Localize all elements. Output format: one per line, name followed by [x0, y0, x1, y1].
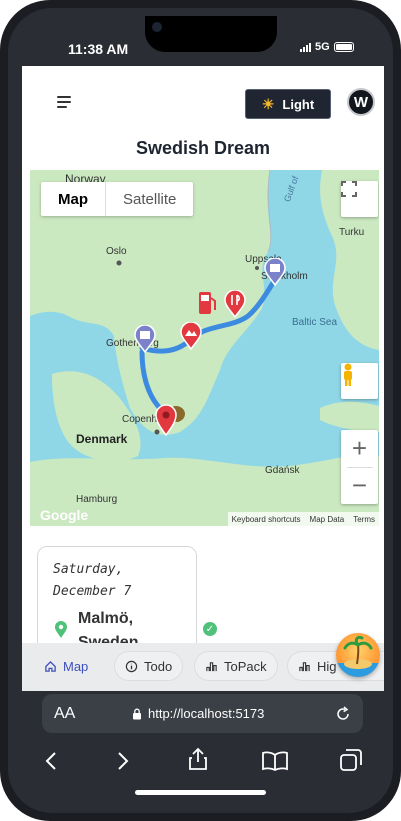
- map-type-satellite-button[interactable]: Satellite: [106, 182, 193, 216]
- forward-icon[interactable]: [116, 751, 130, 771]
- map-label-gdansk: Gdańsk: [265, 465, 300, 476]
- keyboard-shortcuts-link[interactable]: Keyboard shortcuts: [232, 515, 301, 524]
- google-logo: Google: [40, 507, 89, 523]
- tab-map[interactable]: Map: [34, 651, 98, 681]
- tab-topack-label: ToPack: [224, 658, 267, 674]
- map-marker-malmo[interactable]: [154, 402, 186, 438]
- phone-screen: 11:38 AM 5G ☀ Light W Swedish Dream Norw…: [8, 8, 393, 813]
- home-indicator: [135, 790, 266, 795]
- pegman-icon: [344, 363, 352, 386]
- bar-chart-icon: [206, 661, 217, 671]
- zoom-control: + −: [341, 430, 378, 504]
- island-fab-button[interactable]: [336, 633, 380, 677]
- map-label-denmark: Denmark: [76, 432, 128, 446]
- map-marker-gothenburg[interactable]: [134, 325, 156, 353]
- menu-icon[interactable]: [57, 96, 73, 111]
- phone-frame: 11:38 AM 5G ☀ Light W Swedish Dream Norw…: [0, 0, 401, 821]
- page-title: Swedish Dream: [135, 138, 271, 158]
- app-screen: ☀ Light W Swedish Dream Norway Gulf of T…: [22, 66, 384, 691]
- url-text: http://localhost:5173: [148, 706, 265, 721]
- home-icon: [45, 660, 56, 672]
- url-display[interactable]: http://localhost:5173: [132, 706, 264, 721]
- tab-topack[interactable]: ToPack: [194, 651, 278, 681]
- share-icon[interactable]: [188, 747, 208, 771]
- tab-map-label: Map: [63, 658, 89, 674]
- map-type-control: Map Satellite: [41, 182, 194, 216]
- fullscreen-icon: [341, 181, 357, 197]
- sun-icon: ☀: [261, 95, 275, 112]
- tab-todo-label: Todo: [144, 658, 173, 674]
- avatar-letter: W: [353, 93, 369, 111]
- map-label-baltic: Baltic Sea: [292, 317, 338, 328]
- status-time: 11:38 AM: [68, 41, 129, 57]
- avatar[interactable]: W: [347, 88, 375, 116]
- day-card-date: Saturday, December 7: [53, 559, 131, 603]
- fullscreen-button[interactable]: [341, 181, 378, 217]
- tabs-icon[interactable]: [340, 749, 362, 771]
- map-marker-stockholm[interactable]: [264, 258, 286, 286]
- terms-link[interactable]: Terms: [353, 515, 375, 524]
- day-card-weekday: Saturday,: [53, 562, 124, 577]
- theme-toggle-button[interactable]: ☀ Light: [245, 89, 331, 119]
- status-indicators: 5G: [300, 41, 354, 53]
- island-icon: [336, 635, 380, 677]
- map-canvas: [30, 170, 379, 526]
- check-icon: ✓: [203, 622, 217, 636]
- map-type-map-button[interactable]: Map: [41, 182, 106, 216]
- tab-todo[interactable]: Todo: [114, 651, 184, 681]
- day-card-day: December 7: [53, 584, 132, 599]
- day-card-city: Malmö,: [78, 610, 134, 627]
- notch: [145, 16, 277, 52]
- browser-toolbar: [8, 745, 393, 787]
- bar-chart-icon: [299, 661, 310, 671]
- lock-icon: [133, 708, 141, 719]
- map-marker-restaurant[interactable]: [224, 290, 246, 318]
- map-attribution: Keyboard shortcuts Map Data Terms: [227, 512, 379, 526]
- browser-address-bar[interactable]: AA http://localhost:5173: [42, 694, 363, 733]
- location-pin-icon: [55, 621, 67, 638]
- theme-label: Light: [282, 96, 315, 112]
- back-icon[interactable]: [44, 751, 58, 771]
- street-view-pegman[interactable]: [341, 363, 378, 399]
- zoom-in-button[interactable]: +: [352, 431, 367, 467]
- map-data-link[interactable]: Map Data: [310, 515, 345, 524]
- camera-icon: [152, 22, 162, 32]
- reader-aa-button[interactable]: AA: [54, 705, 75, 723]
- tab-highlights-label: Hig: [317, 658, 337, 674]
- network-label: 5G: [315, 41, 330, 53]
- reload-icon[interactable]: [335, 705, 351, 722]
- signal-icon: [300, 42, 311, 52]
- info-icon: [125, 660, 138, 672]
- bookmarks-icon[interactable]: [262, 751, 288, 771]
- map-label-oslo: Oslo: [106, 246, 127, 257]
- map-label-hamburg: Hamburg: [76, 494, 118, 505]
- map-marker-nature[interactable]: [180, 322, 202, 350]
- map-label-turku: Turku: [339, 227, 365, 238]
- map-view[interactable]: Norway Gulf of Turku Oslo Uppsala Stockh…: [30, 170, 379, 526]
- bottom-tab-bar: Map Todo ToPack Hig: [22, 643, 384, 691]
- fuel-station-icon[interactable]: [197, 290, 217, 316]
- battery-icon: [333, 42, 354, 52]
- zoom-out-button[interactable]: −: [352, 468, 367, 504]
